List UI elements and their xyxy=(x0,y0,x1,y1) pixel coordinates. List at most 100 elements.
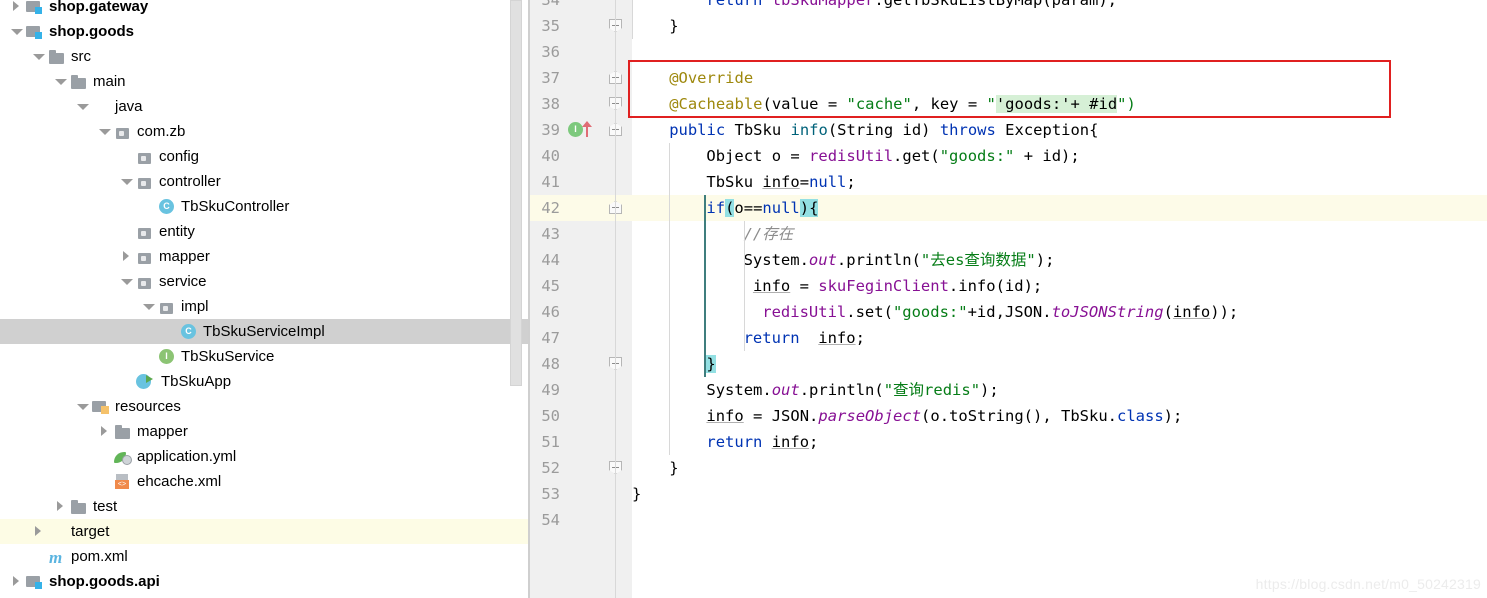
pkg-icon xyxy=(136,274,154,290)
code-line[interactable]: redisUtil.set("goods:"+id,JSON.toJSONStr… xyxy=(744,299,1238,325)
chevron-down-icon[interactable] xyxy=(120,275,133,288)
tree-row[interactable]: ehcache.xml xyxy=(0,469,530,494)
tree-row-label: controller xyxy=(159,173,221,190)
code-token: skuFeginClient xyxy=(818,277,949,295)
code-line[interactable]: @Override xyxy=(669,65,753,91)
tree-row[interactable]: shop.order.api xyxy=(0,594,530,598)
chevron-down-icon[interactable] xyxy=(76,100,89,113)
code-line[interactable]: System.out.println("查询redis"); xyxy=(706,377,998,403)
tree-row[interactable]: shop.goods xyxy=(0,19,530,44)
code-token: .get( xyxy=(893,147,940,165)
line-number: 34 xyxy=(541,0,560,9)
tree-row[interactable]: test xyxy=(0,494,530,519)
code-line[interactable]: return tbSkuMapper.getTbSkuListByMap(par… xyxy=(706,0,1117,13)
code-line[interactable]: return info; xyxy=(706,429,818,455)
chevron-right-icon[interactable] xyxy=(120,250,133,263)
folder-orange-icon xyxy=(48,524,66,540)
line-number: 36 xyxy=(541,43,560,61)
pkg-icon xyxy=(114,124,132,140)
chevron-down-icon[interactable] xyxy=(54,75,67,88)
code-line[interactable]: @Cacheable(value = "cache", key = "'good… xyxy=(669,91,1136,117)
code-line[interactable]: } xyxy=(669,455,678,481)
module-icon xyxy=(26,574,44,590)
code-token: Exception{ xyxy=(1005,121,1099,139)
chevron-down-icon[interactable] xyxy=(76,400,89,413)
code-token: ; xyxy=(855,329,865,347)
tree-row[interactable]: service xyxy=(0,269,530,294)
line-number: 38 xyxy=(541,95,560,113)
resources-icon xyxy=(92,399,110,415)
project-tree[interactable]: shop.gateway shop.goods src main java com.zb c… xyxy=(0,0,530,598)
chevron-right-icon[interactable] xyxy=(32,525,45,538)
tree-row[interactable]: shop.goods.api xyxy=(0,569,530,594)
indent-guide xyxy=(632,0,633,39)
tree-row[interactable]: java xyxy=(0,94,530,119)
code-line[interactable]: } xyxy=(632,481,641,507)
line-number: 43 xyxy=(541,225,560,243)
tree-row[interactable]: application.yml xyxy=(0,444,530,469)
chevron-right-icon[interactable] xyxy=(98,425,111,438)
tree-row[interactable]: controller xyxy=(0,169,530,194)
code-line[interactable]: info = skuFeginClient.info(id); xyxy=(744,273,1042,299)
tree-row[interactable]: TbSkuController xyxy=(0,194,530,219)
chevron-down-icon[interactable] xyxy=(142,300,155,313)
chevron-down-icon[interactable] xyxy=(98,125,111,138)
code-token: ) xyxy=(799,199,810,217)
tree-row[interactable]: mapper xyxy=(0,419,530,444)
tree-row[interactable]: impl xyxy=(0,294,530,319)
editor-fold-strip[interactable] xyxy=(600,0,632,598)
tree-row[interactable]: TbSkuApp xyxy=(0,369,530,394)
folder-icon xyxy=(114,424,132,440)
chevron-down-icon[interactable] xyxy=(120,175,133,188)
tree-row-label: TbSkuService xyxy=(181,348,275,365)
line-number: 37 xyxy=(541,69,560,87)
project-tree-scrollbar-thumb[interactable] xyxy=(510,0,522,386)
project-tool-window[interactable]: shop.gateway shop.goods src main java com.zb c… xyxy=(0,0,530,598)
implementing-method-icon[interactable] xyxy=(568,122,583,137)
tree-row[interactable]: target xyxy=(0,519,530,544)
code-editor[interactable]: 34 35 36 37 38 39 40 41 42 43 44 45 46 47 48 49 50 51 52 53… xyxy=(530,0,1487,598)
tree-row[interactable]: config xyxy=(0,144,530,169)
chevron-right-icon[interactable] xyxy=(10,0,23,13)
tree-row-label: service xyxy=(159,273,207,290)
code-line[interactable]: System.out.println("去es查询数据"); xyxy=(744,247,1055,273)
tree-row[interactable]: src xyxy=(0,44,530,69)
tree-row[interactable]: mapper xyxy=(0,244,530,269)
code-line[interactable]: } xyxy=(669,13,678,39)
code-token: "goods:" xyxy=(939,147,1015,165)
code-token: +id,JSON. xyxy=(967,303,1052,321)
tree-row-label: resources xyxy=(115,398,181,415)
code-token: ( xyxy=(1163,303,1173,321)
tree-row-label: application.yml xyxy=(137,448,237,465)
chevron-right-icon[interactable] xyxy=(10,575,23,588)
code-line[interactable]: info = JSON.parseObject(o.toString(), Tb… xyxy=(706,403,1182,429)
code-line[interactable]: Object o = redisUtil.get("goods:" + id); xyxy=(706,143,1079,169)
watermark-text: https://blog.csdn.net/m0_50242319 xyxy=(1255,576,1481,592)
tree-row-label: pom.xml xyxy=(71,548,128,565)
editor-gutter[interactable]: 34 35 36 37 38 39 40 41 42 43 44 45 46 47 48 49 50 51 52 53… xyxy=(530,0,600,598)
code-token: .set( xyxy=(846,303,893,321)
code-line[interactable]: if(o==null){ xyxy=(706,195,819,221)
tree-row[interactable]: resources xyxy=(0,394,530,419)
tree-row[interactable]: main xyxy=(0,69,530,94)
code-token: System. xyxy=(743,251,809,269)
code-line[interactable]: public TbSku info(String id) throws Exce… xyxy=(669,117,1098,143)
code-line[interactable]: TbSku info=null; xyxy=(706,169,855,195)
tree-row[interactable]: TbSkuServiceImpl xyxy=(0,319,530,344)
code-line[interactable]: } xyxy=(706,351,716,377)
code-token: (value = xyxy=(762,95,847,113)
chevron-down-icon[interactable] xyxy=(32,50,45,63)
code-line[interactable]: //存在 xyxy=(744,221,794,247)
override-arrow-icon[interactable] xyxy=(582,121,592,137)
chevron-down-icon[interactable] xyxy=(10,25,23,38)
tree-row[interactable]: pom.xml xyxy=(0,544,530,570)
chevron-right-icon[interactable] xyxy=(54,500,67,513)
code-line[interactable]: return info; xyxy=(744,325,865,351)
tree-row[interactable]: entity xyxy=(0,219,530,244)
tree-row[interactable]: com.zb xyxy=(0,119,530,144)
tree-row[interactable]: shop.gateway xyxy=(0,0,530,19)
project-tree-scrollbar[interactable] xyxy=(510,0,522,598)
code-text-area[interactable]: return tbSkuMapper.getTbSkuListByMap(par… xyxy=(632,0,1487,598)
tree-row[interactable]: TbSkuService xyxy=(0,344,530,369)
